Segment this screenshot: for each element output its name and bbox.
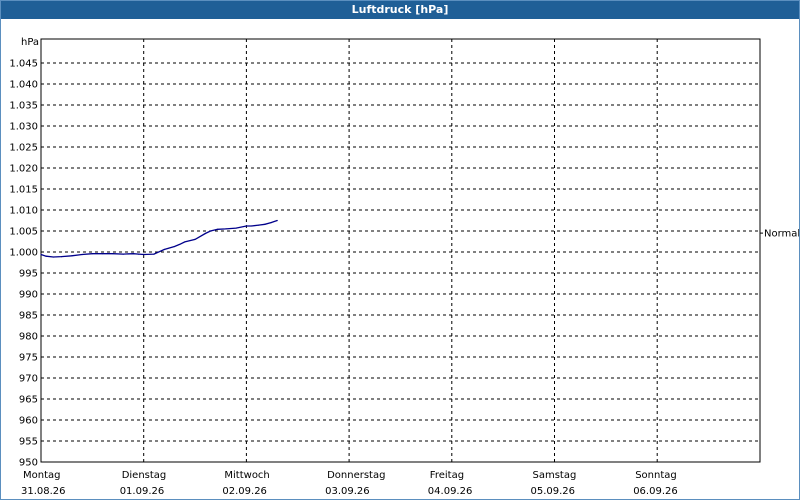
y-tick-label: 995	[19, 269, 38, 280]
x-tick-day: Dienstag	[122, 470, 167, 481]
data-point	[173, 245, 176, 248]
y-tick-label: 970	[19, 374, 38, 385]
data-point	[258, 224, 260, 226]
y-tick-label: 950	[19, 458, 38, 469]
y-tick-label: 1.040	[9, 80, 38, 91]
y-tick-label: 1.015	[9, 185, 38, 196]
x-tick-day: Donnerstag	[327, 470, 385, 481]
data-point	[60, 256, 63, 258]
plot-area	[40, 38, 761, 463]
data-point	[204, 232, 206, 235]
x-tick-day: Montag	[23, 470, 60, 481]
y-tick-label: 1.005	[9, 227, 38, 238]
y-tick-label: 990	[19, 290, 38, 301]
normal-label: Normal	[764, 229, 799, 240]
y-axis-ticks: 950 955 960 965 970 975 980 985 990 995 1.000 1.005…	[9, 59, 38, 469]
data-point	[91, 253, 93, 255]
y-tick-label: 1.020	[9, 164, 38, 175]
data-point	[270, 222, 272, 224]
chart-window: Luftdruck [hPa] 950 955 960 965 970 975 980 985…	[0, 0, 800, 500]
y-axis-label: hPa	[21, 37, 39, 48]
x-tick-date: 05.09.26	[531, 486, 576, 497]
x-axis-ticks: Montag 31.08.26 Dienstag 01.09.26 Mittwoch 02…	[21, 470, 678, 497]
data-point	[276, 219, 278, 222]
data-point	[122, 253, 124, 255]
y-tick-label: 960	[19, 416, 38, 427]
y-tick-label: 1.010	[9, 206, 38, 217]
data-point	[163, 248, 165, 251]
data-point	[153, 253, 155, 255]
data-point	[217, 228, 219, 230]
x-tick-day: Freitag	[430, 470, 464, 481]
data-point	[40, 253, 42, 256]
y-tick-label: 965	[19, 395, 38, 406]
data-point	[52, 256, 54, 258]
data-point	[184, 241, 186, 243]
data-point	[45, 255, 47, 257]
data-point	[179, 243, 181, 246]
data-point	[132, 253, 135, 255]
x-tick-date: 02.09.26	[222, 486, 267, 497]
y-tick-label: 1.025	[9, 143, 38, 154]
x-tick-day: Samstag	[533, 470, 577, 481]
data-point	[250, 225, 253, 227]
y-tick-label: 1.035	[9, 101, 38, 112]
data-point	[81, 253, 83, 256]
x-tick-date: 31.08.26	[21, 486, 66, 497]
data-point	[209, 230, 212, 232]
y-tick-label: 980	[19, 332, 38, 343]
data-point	[112, 253, 114, 255]
data-point	[194, 238, 196, 240]
x-tick-day: Mittwoch	[224, 470, 269, 481]
pressure-chart: 950 955 960 965 970 975 980 985 990 995 1.000 1.005…	[9, 37, 799, 497]
data-point	[102, 253, 104, 255]
data-point	[71, 255, 73, 257]
y-tick-label: 1.030	[9, 122, 38, 133]
data-point	[137, 253, 140, 255]
x-tick-date: 06.09.26	[633, 486, 678, 497]
y-tick-label: 975	[19, 353, 38, 364]
data-point	[264, 223, 266, 225]
x-tick-date: 03.09.26	[325, 486, 370, 497]
y-tick-label: 1.045	[9, 59, 38, 70]
y-tick-label: 1.000	[9, 248, 38, 259]
chart-title: Luftdruck [hPa]	[1, 1, 799, 19]
data-point	[235, 227, 237, 229]
data-point	[225, 228, 227, 230]
y-tick-label: 985	[19, 311, 38, 322]
data-point	[143, 253, 145, 256]
data-point	[245, 225, 247, 227]
x-tick-date: 01.09.26	[120, 486, 165, 497]
x-tick-day: Sonntag	[635, 470, 677, 481]
x-tick-date: 04.09.26	[428, 486, 473, 497]
y-tick-label: 955	[19, 437, 38, 448]
